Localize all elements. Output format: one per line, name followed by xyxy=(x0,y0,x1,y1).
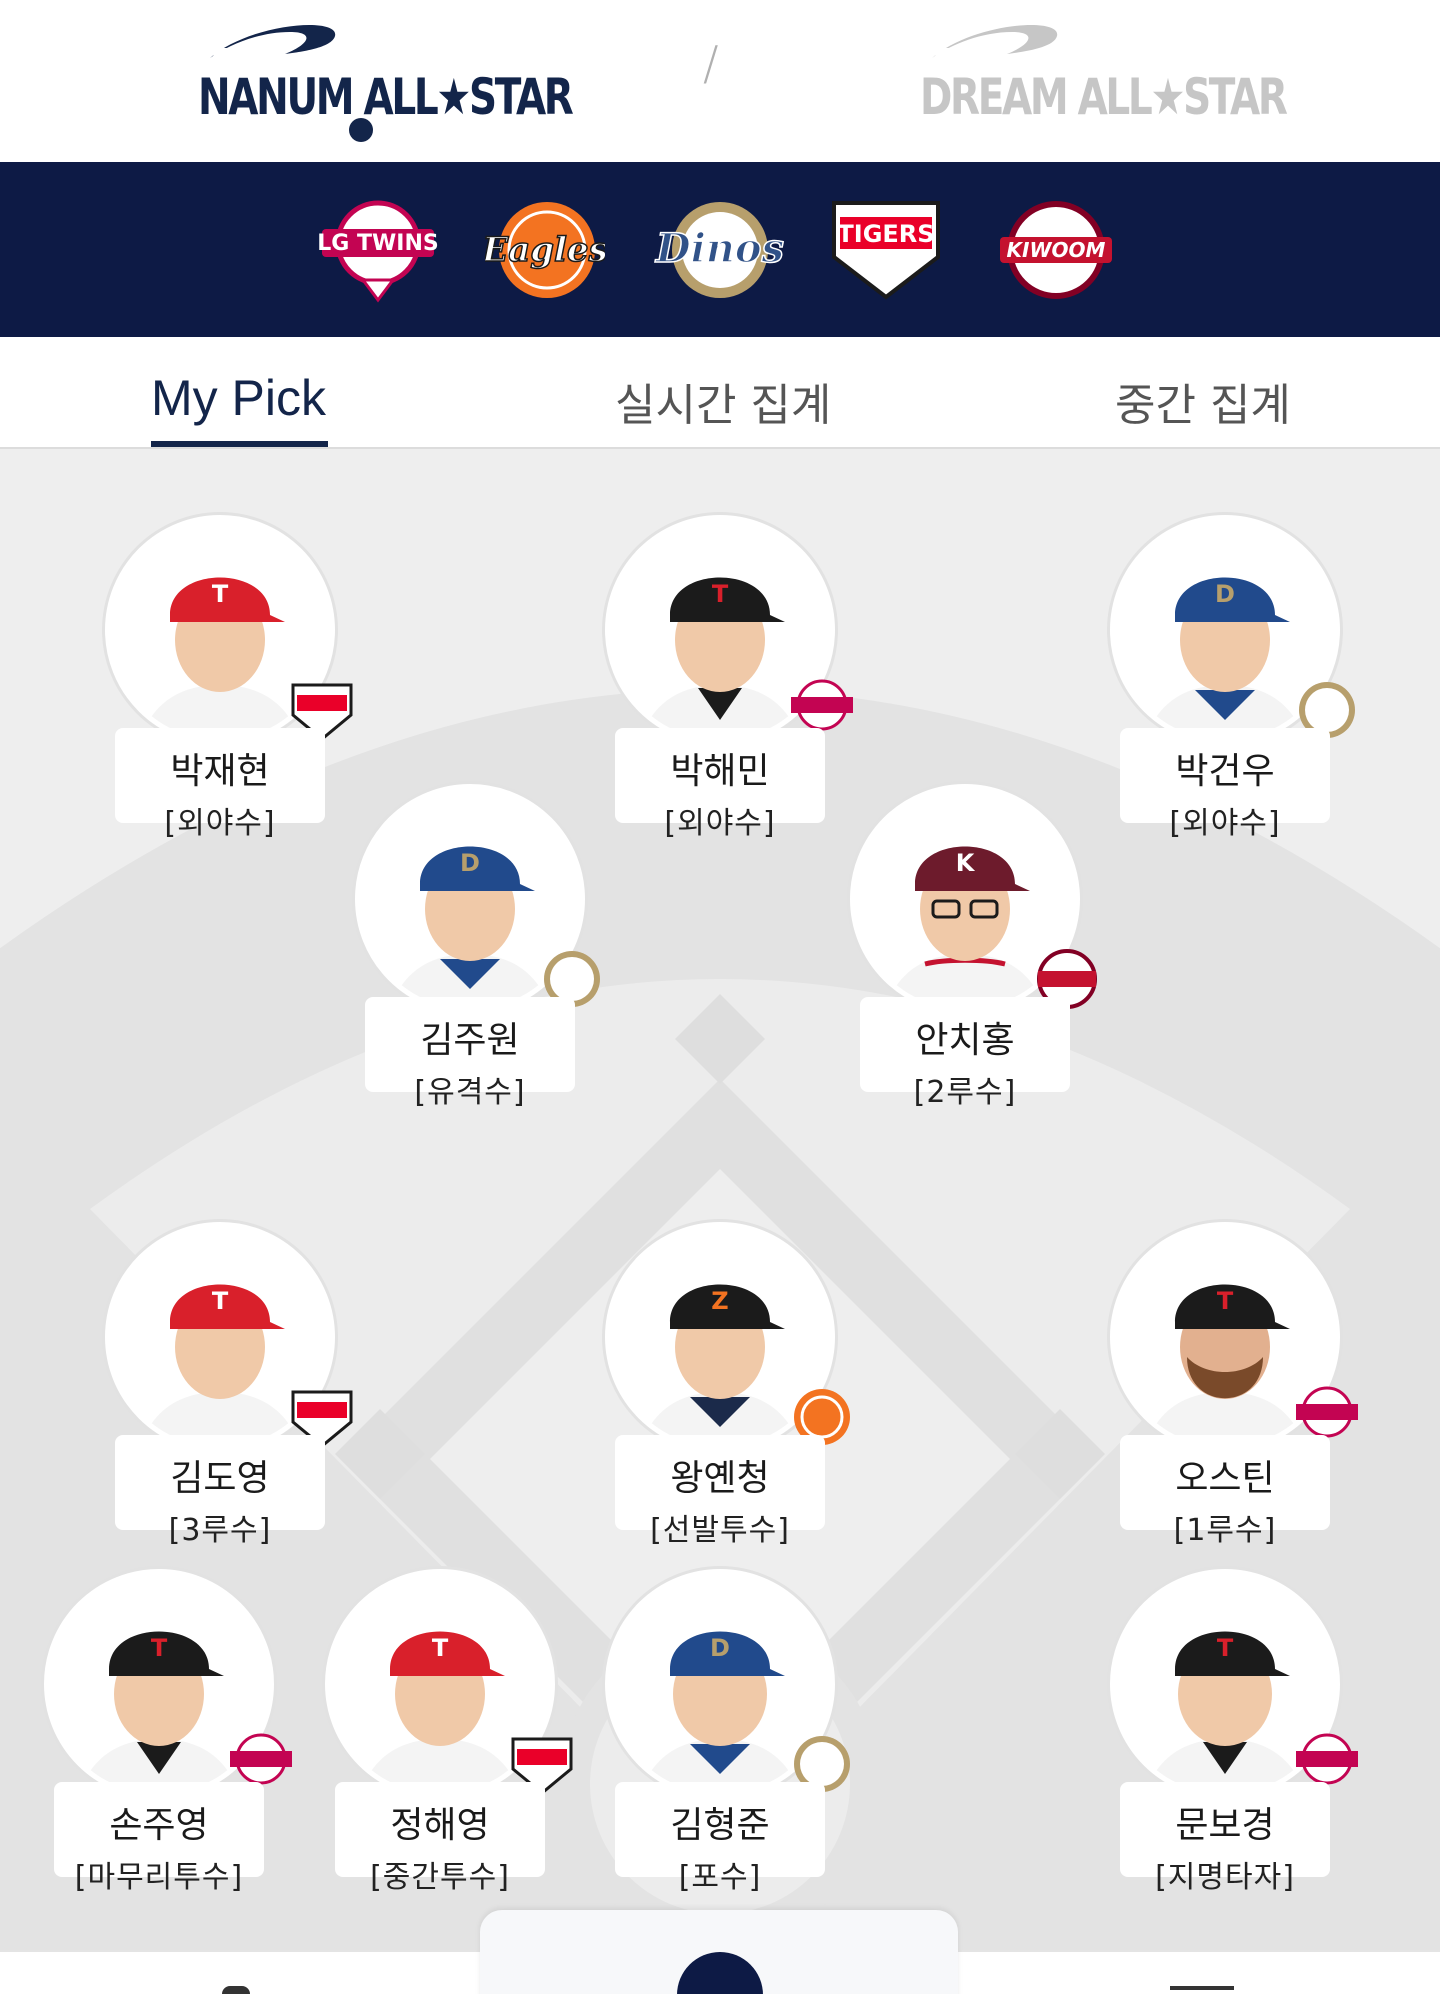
svg-text:T: T xyxy=(212,1287,229,1315)
player-label: 오스틴 [1루수] xyxy=(1120,1435,1330,1548)
player-label: 안치홍 [2루수] xyxy=(860,997,1070,1110)
svg-text:KIWOOM: KIWOOM xyxy=(1007,238,1106,262)
player-position: [3루수] xyxy=(168,1513,272,1548)
player-card[interactable]: T 김도영 [3루수] xyxy=(105,1222,353,1548)
player-name: 김도영 xyxy=(170,1458,270,1499)
player-name: 오스틴 xyxy=(1175,1458,1275,1499)
player-card[interactable]: T 오스틴 [1루수] xyxy=(1110,1222,1358,1548)
header-separator: / xyxy=(703,36,719,90)
home-nav-icon[interactable] xyxy=(222,1986,250,1994)
player-position: [외야수] xyxy=(664,806,776,841)
nc-dinos-logo[interactable]: Dinos xyxy=(640,195,800,305)
player-position: [선발투수] xyxy=(650,1513,790,1548)
nanum-allstar-tab[interactable]: NANUM ALL★STAR xyxy=(190,18,574,128)
player-label: 왕옌청 [선발투수] xyxy=(615,1435,825,1548)
tab-my-pick[interactable]: My Pick xyxy=(151,369,326,427)
vote-button-icon[interactable] xyxy=(677,1952,763,1994)
active-tab-underline xyxy=(151,441,328,447)
player-label: 정해영 [중간투수] xyxy=(335,1782,545,1895)
hanwha-eagles-logo[interactable]: Eagles xyxy=(481,195,608,305)
svg-text:LG TWINS: LG TWINS xyxy=(318,231,438,256)
player-position: [유격수] xyxy=(414,1075,526,1110)
player-card[interactable]: D 김주원 [유격수] xyxy=(355,784,600,1110)
player-position: [외야수] xyxy=(1169,806,1281,841)
player-label: 김도영 [3루수] xyxy=(115,1435,325,1548)
player-card[interactable]: T 박해민 [외야수] xyxy=(605,515,853,841)
player-card[interactable]: D 박건우 [외야수] xyxy=(1110,515,1355,841)
player-label: 박해민 [외야수] xyxy=(615,728,825,841)
player-label: 김주원 [유격수] xyxy=(365,997,575,1110)
kiwoom-heroes-logo[interactable]: KIWOOM xyxy=(996,195,1116,305)
svg-text:T: T xyxy=(151,1634,168,1662)
player-name: 문보경 xyxy=(1175,1805,1275,1846)
player-position: [외야수] xyxy=(164,806,276,841)
player-name: 손주영 xyxy=(109,1805,209,1846)
player-position: [마무리투수] xyxy=(74,1860,244,1895)
svg-text:T: T xyxy=(1217,1287,1234,1315)
lg-twins-logo[interactable]: LG TWINS xyxy=(317,195,439,305)
tab-realtime-count[interactable]: 실시간 집계 xyxy=(615,369,831,433)
player-card[interactable]: T 정해영 [중간투수] xyxy=(325,1569,573,1895)
svg-text:Eagles: Eagles xyxy=(485,230,605,270)
nanum-logo-text: NANUM ALL★STAR xyxy=(198,68,574,126)
player-position: [포수] xyxy=(678,1860,762,1895)
player-label: 김형준 [포수] xyxy=(615,1782,825,1895)
player-name: 안치홍 xyxy=(915,1020,1015,1061)
active-indicator-dot xyxy=(349,118,373,142)
tab-interim-count[interactable]: 중간 집계 xyxy=(1115,369,1291,433)
header: NANUM ALL★STAR / DREAM ALL★STAR xyxy=(0,0,1440,162)
player-card[interactable]: Z 왕옌청 [선발투수] xyxy=(605,1222,850,1548)
player-label: 박건우 [외야수] xyxy=(1120,728,1330,841)
svg-text:T: T xyxy=(212,580,229,608)
svg-text:K: K xyxy=(956,849,976,877)
player-card[interactable]: T 박재현 [외야수] xyxy=(105,515,353,841)
player-name: 박건우 xyxy=(1175,751,1275,792)
player-name: 정해영 xyxy=(390,1805,490,1846)
player-label: 손주영 [마무리투수] xyxy=(54,1782,264,1895)
team-logo-banner: LG TWINS Eagles Dinos TIGERS KIWOOM xyxy=(0,162,1440,337)
player-name: 박재현 xyxy=(170,751,270,792)
svg-text:D: D xyxy=(710,1634,730,1662)
svg-text:T: T xyxy=(1217,1634,1234,1662)
dream-logo-text: DREAM ALL★STAR xyxy=(920,68,1288,126)
vote-panel xyxy=(480,1910,958,1994)
tab-bar: My Pick 실시간 집계 중간 집계 xyxy=(0,337,1440,449)
svg-text:TIGERS: TIGERS xyxy=(837,220,934,248)
player-name: 왕옌청 xyxy=(670,1458,770,1499)
player-name: 김주원 xyxy=(420,1020,520,1061)
player-card[interactable]: K 안치홍 [2루수] xyxy=(850,784,1097,1110)
svg-text:Z: Z xyxy=(711,1287,728,1315)
player-name: 김형준 xyxy=(670,1805,770,1846)
player-position: [2루수] xyxy=(913,1075,1017,1110)
player-card[interactable]: T 문보경 [지명타자] xyxy=(1110,1569,1358,1895)
svg-text:T: T xyxy=(712,580,729,608)
dream-allstar-tab[interactable]: DREAM ALL★STAR xyxy=(912,18,1288,128)
player-label: 문보경 [지명타자] xyxy=(1120,1782,1330,1895)
menu-nav-icon[interactable] xyxy=(1170,1986,1234,1990)
player-position: [지명타자] xyxy=(1155,1860,1295,1895)
svg-text:T: T xyxy=(432,1634,449,1662)
svg-text:Dinos: Dinos xyxy=(655,225,784,272)
player-card[interactable]: T 손주영 [마무리투수] xyxy=(44,1569,292,1895)
player-name: 박해민 xyxy=(670,751,770,792)
svg-text:D: D xyxy=(1215,580,1235,608)
player-card[interactable]: D 김형준 [포수] xyxy=(605,1569,850,1895)
kia-tigers-logo[interactable]: TIGERS xyxy=(826,195,946,305)
player-position: [1루수] xyxy=(1173,1513,1277,1548)
player-position: [중간투수] xyxy=(370,1860,510,1895)
svg-text:D: D xyxy=(460,849,480,877)
player-label: 박재현 [외야수] xyxy=(115,728,325,841)
